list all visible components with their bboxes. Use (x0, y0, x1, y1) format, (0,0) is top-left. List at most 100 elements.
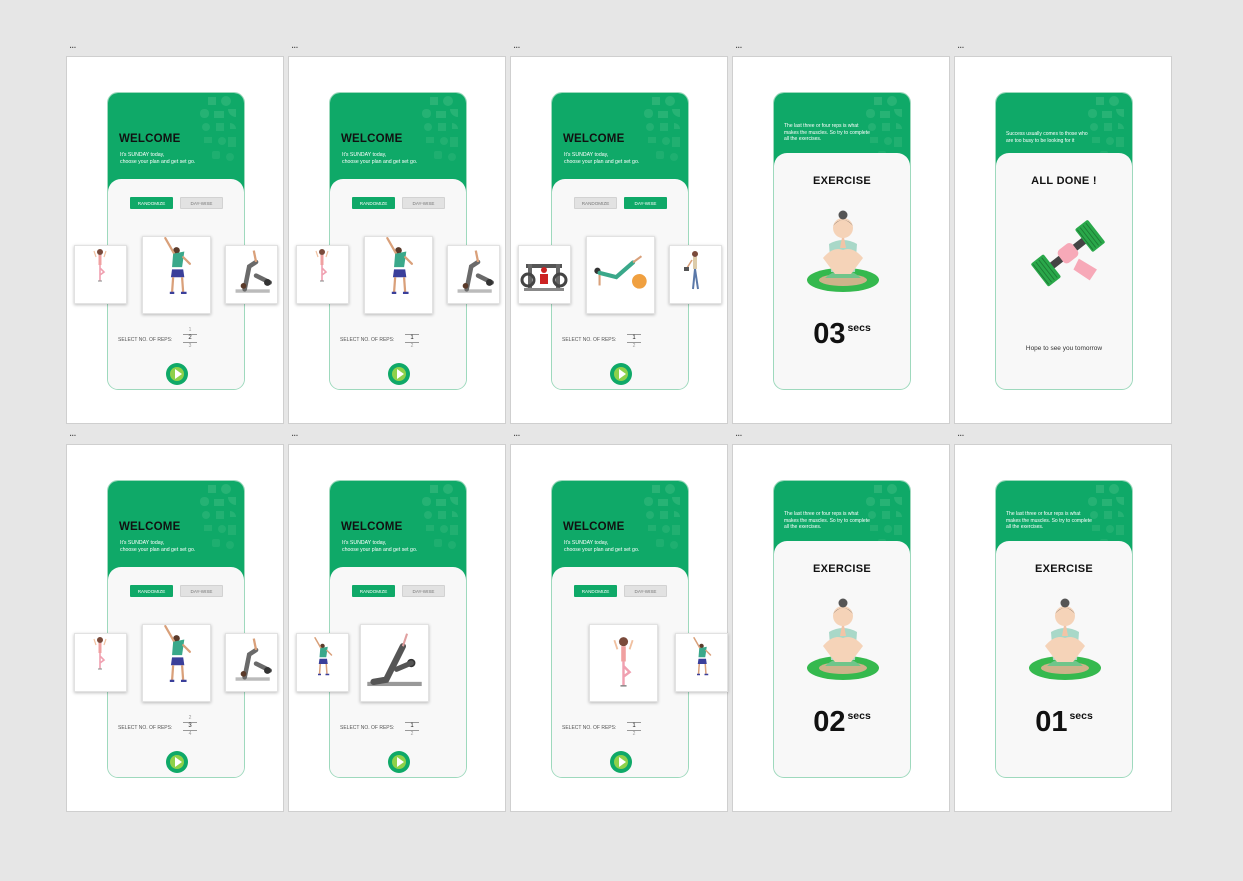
countdown: 02 secs (774, 706, 910, 739)
randomize-button[interactable]: RANDOMIZE (352, 197, 395, 209)
exercise-card-prev[interactable] (296, 633, 349, 692)
exercise-card-current[interactable] (586, 236, 655, 314)
reps-option (627, 327, 641, 334)
exercise-card-prev[interactable] (296, 245, 349, 304)
exercise-card-current[interactable] (360, 624, 429, 702)
randomize-button[interactable]: RANDOMIZE (130, 197, 173, 209)
subtitle-line: choose your plan and get set go. (564, 547, 640, 553)
artboard-home-2: WELCOME It's SUNDAY today, choose your pl… (288, 56, 506, 424)
daywise-button[interactable]: DAY-WISE (402, 585, 445, 597)
play-button[interactable] (166, 751, 188, 773)
reps-option: 2 (632, 731, 636, 737)
artboard-menu-icon[interactable]: ... (291, 429, 298, 439)
countdown-unit: secs (1069, 710, 1093, 722)
side-stretch-icon (386, 237, 414, 294)
gym-machine-icon (520, 262, 568, 293)
reps-picker[interactable]: 123 (183, 327, 197, 350)
meditation-pose-icon (807, 598, 879, 680)
play-button[interactable] (388, 751, 410, 773)
yoga-pose-icon (92, 635, 108, 671)
decor-pattern (200, 96, 236, 161)
exercise-card-next[interactable] (225, 245, 278, 304)
welcome-title: WELCOME (341, 521, 403, 533)
reps-selected: 3 (183, 722, 197, 731)
reps-picker[interactable]: 12 (405, 327, 419, 350)
yoga-pose-icon (590, 625, 657, 701)
reps-option: 4 (188, 731, 192, 737)
reps-label: SELECT NO. OF REPS: (118, 337, 173, 343)
welcome-subtitle: It's SUNDAY today, choose your plan and g… (342, 540, 417, 554)
artboard-home-4: WELCOME It's SUNDAY today, choose your pl… (66, 444, 284, 812)
randomize-button[interactable]: RANDOMIZE (574, 197, 617, 209)
daywise-button[interactable]: DAY-WISE (180, 585, 223, 597)
daywise-button[interactable]: DAY-WISE (402, 197, 445, 209)
exercise-title: EXERCISE (812, 563, 872, 575)
play-triangle-icon (175, 757, 182, 767)
reps-label: SELECT NO. OF REPS: (118, 725, 173, 731)
play-triangle-icon (397, 369, 404, 379)
headstand-icon (226, 246, 277, 303)
subtitle-line: It's SUNDAY today, (120, 152, 165, 158)
randomize-button[interactable]: RANDOMIZE (352, 585, 395, 597)
artboard-menu-icon[interactable]: ... (513, 429, 520, 439)
randomize-button[interactable]: RANDOMIZE (574, 585, 617, 597)
welcome-title: WELCOME (119, 133, 181, 145)
exercise-card-next[interactable] (669, 245, 722, 304)
reps-option: 2 (410, 731, 414, 737)
countdown-number: 02 (813, 706, 846, 738)
randomize-button[interactable]: RANDOMIZE (130, 585, 173, 597)
exercise-title: EXERCISE (812, 175, 872, 187)
reps-selected: 1 (405, 722, 419, 731)
reps-picker[interactable]: 234 (183, 715, 197, 738)
exercise-card-next[interactable] (675, 633, 728, 692)
exercise-card-current[interactable] (589, 624, 658, 702)
exercise-card-next[interactable] (225, 633, 278, 692)
exercise-card-next[interactable] (447, 245, 500, 304)
subtitle-line: choose your plan and get set go. (120, 159, 196, 165)
exercise-card-current[interactable] (142, 624, 211, 702)
weightlifter-icon (682, 249, 700, 291)
play-button[interactable] (610, 751, 632, 773)
artboard-menu-icon[interactable]: ... (69, 41, 76, 51)
artboard-menu-icon[interactable]: ... (735, 429, 742, 439)
reps-selected: 2 (183, 334, 197, 343)
reps-label: SELECT NO. OF REPS: (340, 337, 395, 343)
quote-line: all the exercises. (784, 136, 822, 142)
daywise-button[interactable]: DAY-WISE (624, 585, 667, 597)
exercise-card-current[interactable] (364, 236, 433, 314)
exercise-card-prev[interactable] (518, 245, 571, 304)
subtitle-line: It's SUNDAY today, (564, 540, 609, 546)
reps-picker[interactable]: 12 (405, 715, 419, 738)
subtitle-line: It's SUNDAY today, (342, 152, 387, 158)
reps-selected: 1 (627, 334, 641, 343)
artboard-home-1: WELCOME It's SUNDAY today, choose your pl… (66, 56, 284, 424)
reps-option: 2 (632, 343, 636, 349)
motivation-quote: The last three or four reps is what makes… (784, 511, 884, 531)
phone-screen: The last three or four reps is what makes… (995, 480, 1133, 778)
yoga-pose-icon (314, 247, 330, 283)
artboard-menu-icon[interactable]: ... (291, 41, 298, 51)
reps-picker[interactable]: 12 (627, 715, 641, 738)
play-button[interactable] (166, 363, 188, 385)
play-button[interactable] (388, 363, 410, 385)
daywise-button[interactable]: DAY-WISE (624, 197, 667, 209)
reps-option (405, 327, 419, 334)
artboard-menu-icon[interactable]: ... (957, 41, 964, 51)
decor-pattern (200, 484, 236, 549)
artboard-menu-icon[interactable]: ... (957, 429, 964, 439)
reps-label: SELECT NO. OF REPS: (340, 725, 395, 731)
reps-picker[interactable]: 12 (627, 327, 641, 350)
play-button[interactable] (610, 363, 632, 385)
welcome-subtitle: It's SUNDAY today, choose your plan and g… (564, 540, 639, 554)
artboard-menu-icon[interactable]: ... (69, 429, 76, 439)
decor-pattern (644, 96, 680, 161)
exercise-card-prev[interactable] (74, 245, 127, 304)
daywise-button[interactable]: DAY-WISE (180, 197, 223, 209)
exercise-card-current[interactable] (142, 236, 211, 314)
artboard-menu-icon[interactable]: ... (513, 41, 520, 51)
reps-option (405, 715, 419, 722)
ball-plank-icon (587, 237, 654, 313)
artboard-menu-icon[interactable]: ... (735, 41, 742, 51)
exercise-card-prev[interactable] (74, 633, 127, 692)
subtitle-line: It's SUNDAY today, (564, 152, 609, 158)
